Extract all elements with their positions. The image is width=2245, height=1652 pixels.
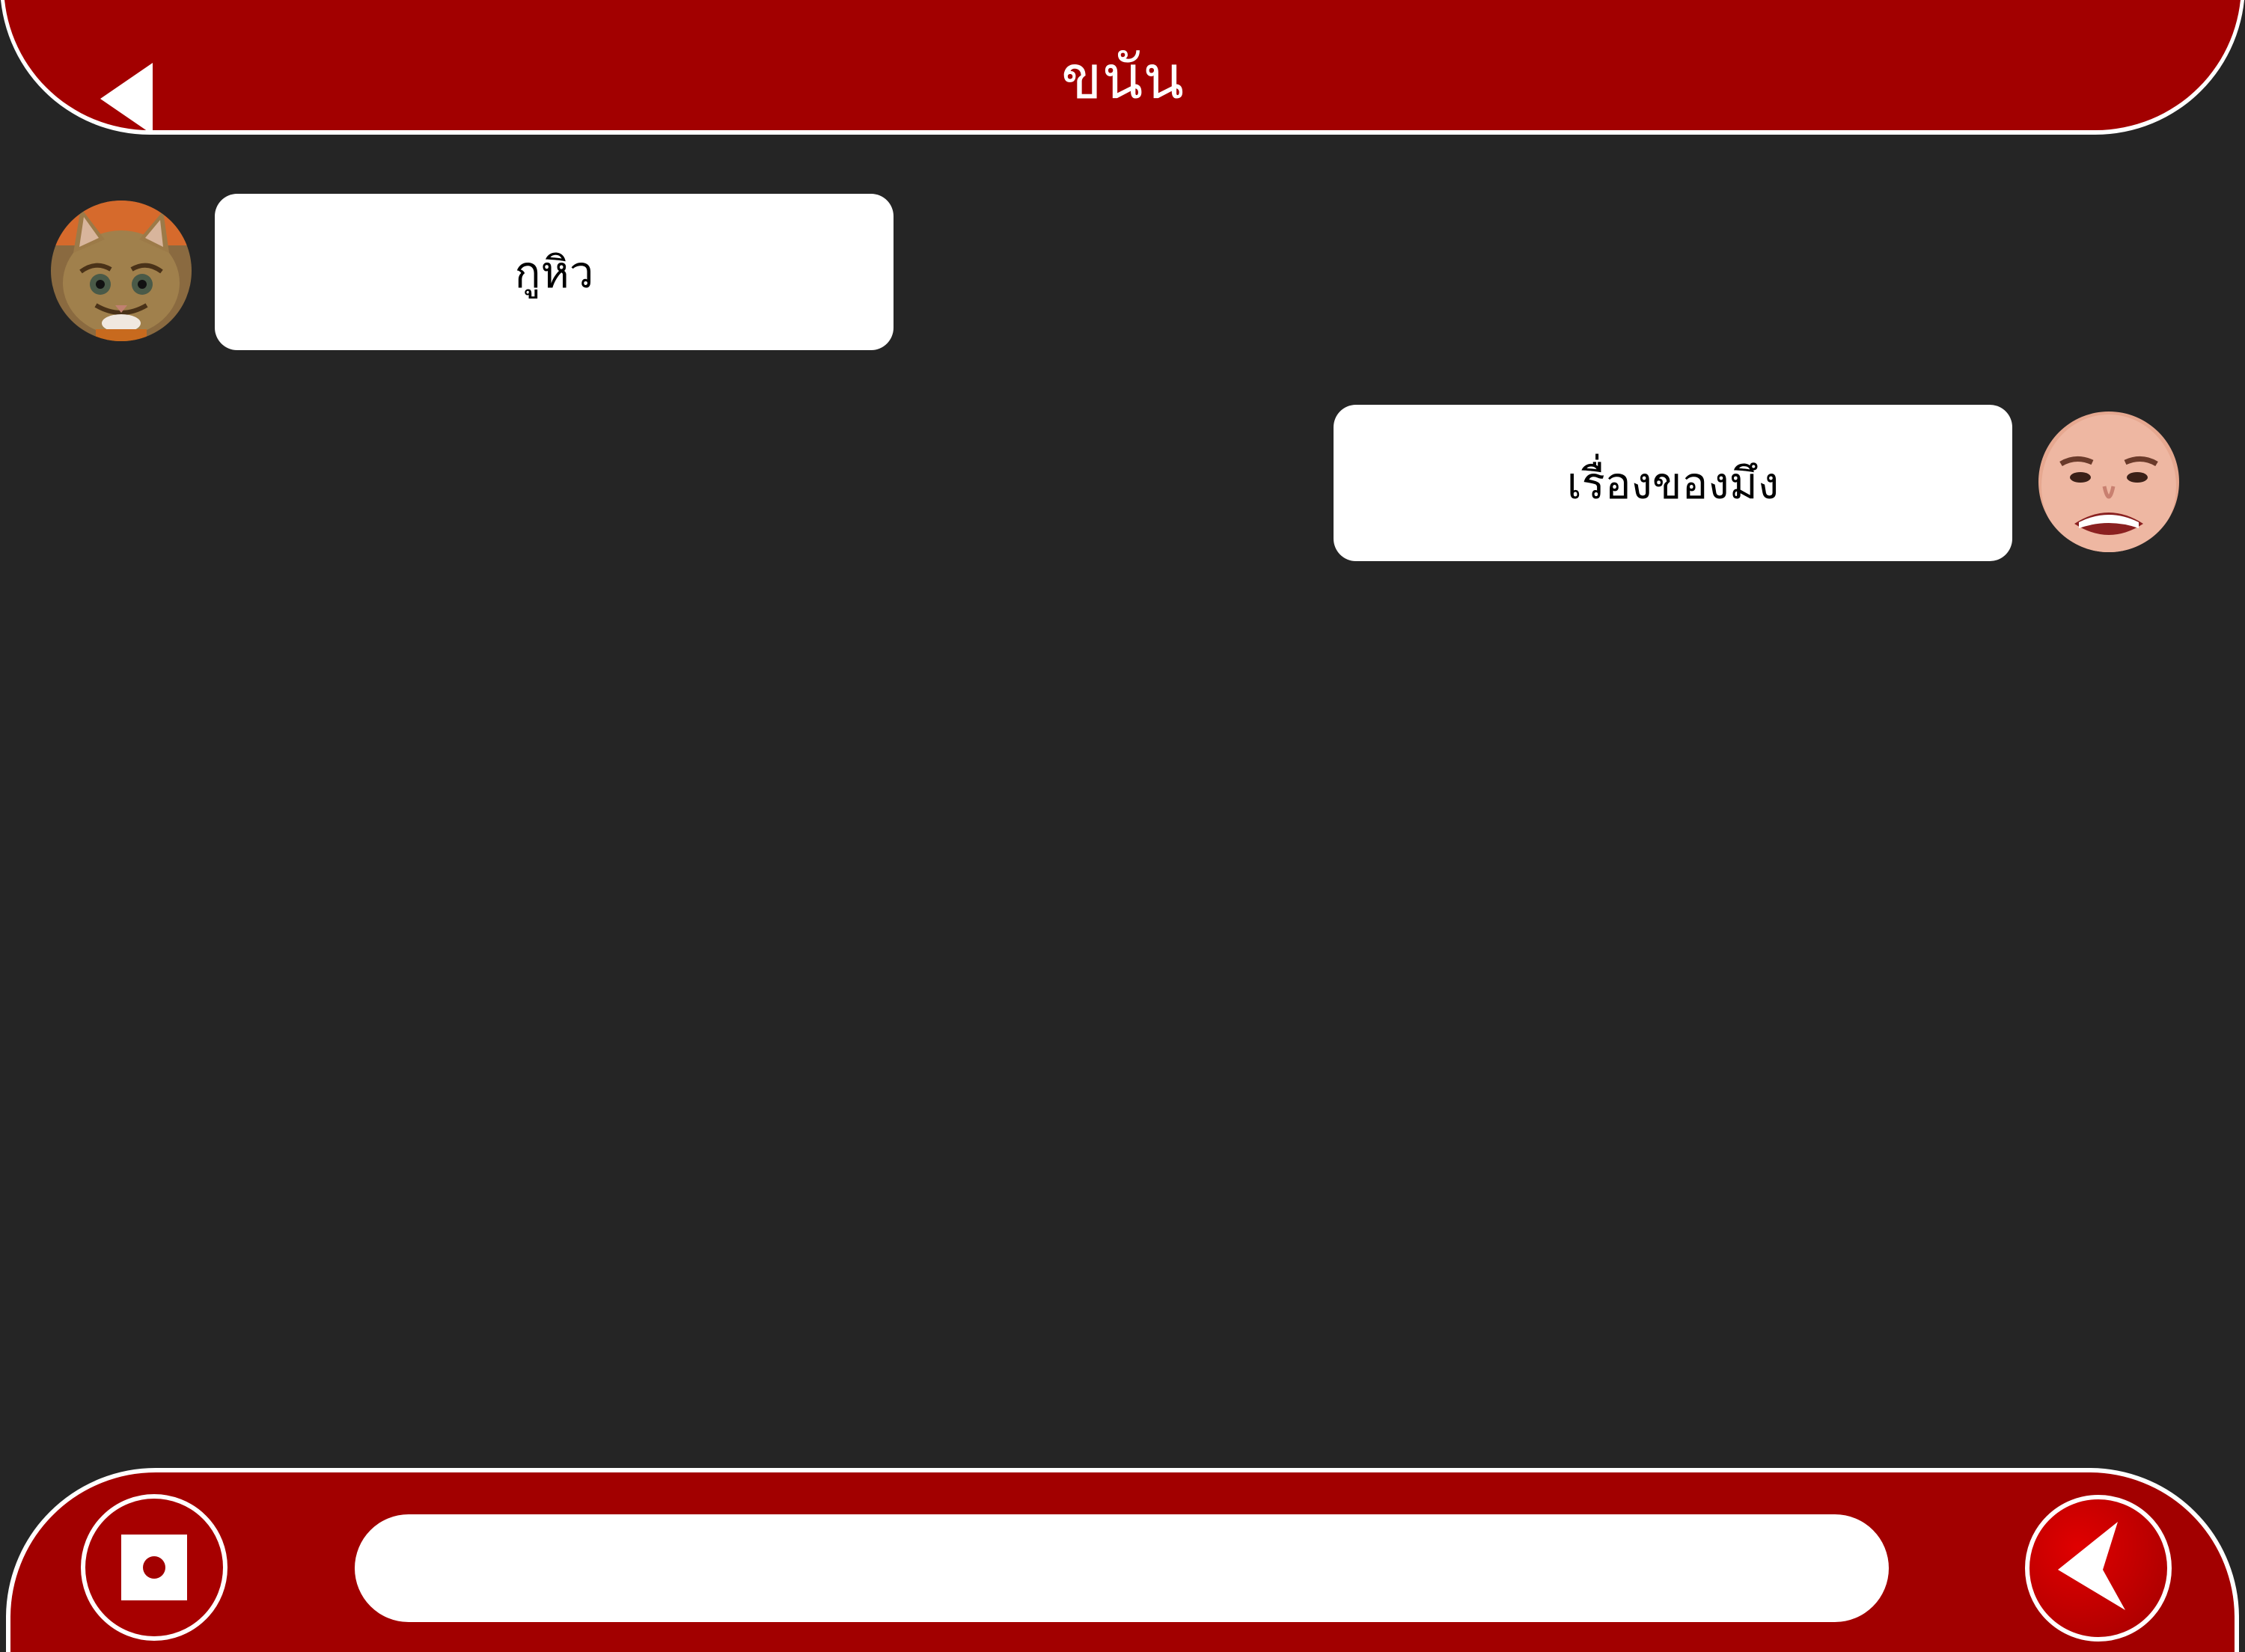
stop-record-icon (121, 1535, 187, 1600)
message-input[interactable] (355, 1514, 1889, 1622)
stop-record-button[interactable] (81, 1494, 227, 1641)
stop-dot (143, 1556, 165, 1579)
send-arrow-icon (2058, 1522, 2125, 1610)
message-text: เรื่องของมึง (1566, 458, 1780, 509)
send-button[interactable] (2025, 1495, 2172, 1642)
cat-avatar[interactable] (51, 201, 192, 341)
user-face-avatar[interactable] (2038, 412, 2179, 552)
chat-title: ขนัน (1060, 43, 1185, 112)
message-bubble-incoming: กูหิว (215, 194, 894, 350)
chat-screen: ขนัน กูหิว เรื่องของมึง (0, 0, 2245, 1652)
message-bubble-outgoing: เรื่องของมึง (1334, 405, 2012, 561)
message-text: กูหิว (514, 247, 594, 298)
